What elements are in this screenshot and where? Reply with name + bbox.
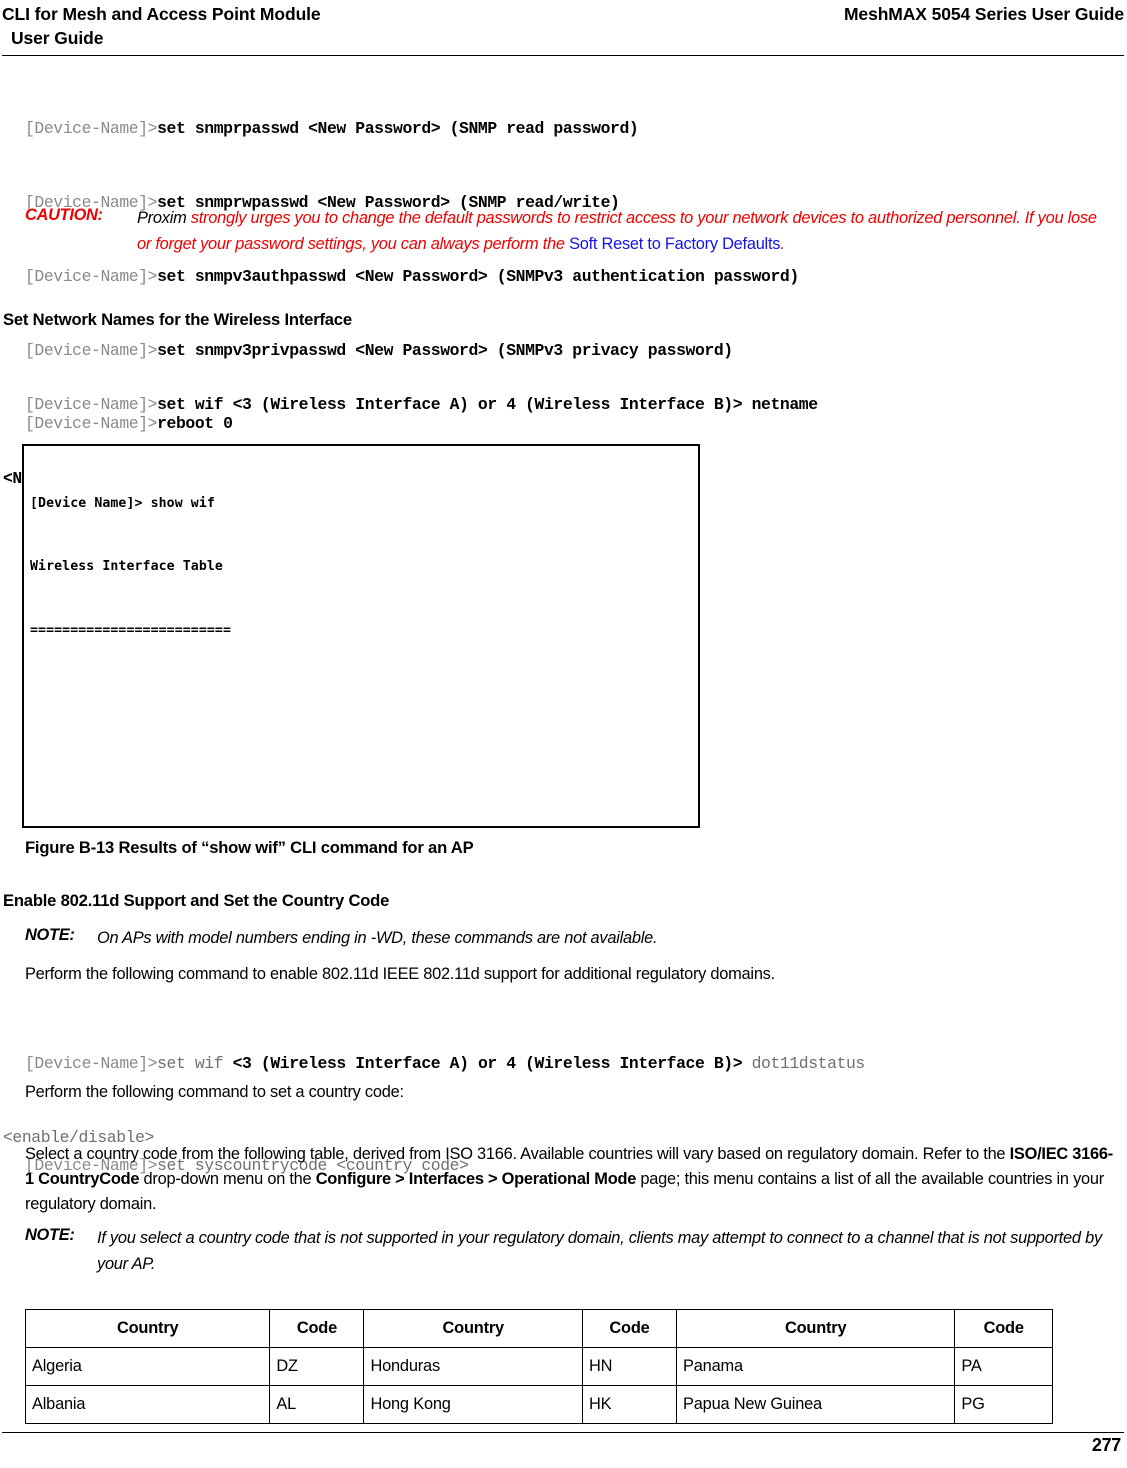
terminal-prompt-line: [Device Name]> show wif bbox=[30, 495, 215, 511]
note-text: If you select a country code that is not… bbox=[97, 1229, 1102, 1273]
country-code-table: Country Code Country Code Country Code A… bbox=[24, 1309, 1053, 1424]
cell-country: Honduras bbox=[363, 1347, 583, 1386]
cell-code: HK bbox=[581, 1385, 678, 1424]
column-header-code-1: Code bbox=[269, 1309, 365, 1348]
cell-code: HN bbox=[581, 1347, 678, 1386]
column-header-code-2: Code bbox=[581, 1309, 678, 1348]
table-header-row: Country Code Country Code Country Code bbox=[24, 1309, 1053, 1348]
cli-line: [Device-Name]>set snmpv3authpasswd <New … bbox=[25, 265, 1115, 290]
cell-code: AL bbox=[269, 1385, 365, 1424]
header-left-line2: User Guide bbox=[11, 28, 104, 48]
column-header-country-3: Country bbox=[676, 1309, 956, 1348]
terminal-output: [Device Name]> show wif Wireless Interfa… bbox=[30, 450, 672, 826]
terminal-blank bbox=[30, 748, 672, 769]
cli-command: set wif <3 (Wireless Interface A) or 4 (… bbox=[157, 395, 818, 415]
cell-code: PG bbox=[954, 1385, 1053, 1424]
header-left-line1: CLI for Mesh and Access Point Module bbox=[2, 4, 321, 24]
terminal-blank bbox=[30, 684, 672, 705]
note-label: NOTE: bbox=[25, 926, 75, 944]
header-divider bbox=[2, 55, 1124, 56]
cell-country: Hong Kong bbox=[363, 1385, 583, 1424]
column-header-code-3: Code bbox=[954, 1309, 1053, 1348]
page-number: 277 bbox=[1091, 1435, 1121, 1455]
cell-country: Papua New Guinea bbox=[676, 1385, 956, 1424]
cli-command-plain: set wif bbox=[157, 1054, 233, 1074]
cli-line: [Device-Name]>set snmprpasswd <New Passw… bbox=[25, 117, 1115, 142]
heading-set-network-names: Set Network Names for the Wireless Inter… bbox=[3, 310, 352, 329]
caution-body: Proxim strongly urges you to change the … bbox=[137, 206, 1115, 257]
cli-prompt: [Device-Name]> bbox=[25, 395, 158, 415]
para-bold-menu-path: Configure > Interfaces > Operational Mod… bbox=[315, 1170, 637, 1188]
column-header-country-2: Country bbox=[363, 1309, 583, 1348]
cli-command: set snmprpasswd <New Password> (SNMP rea… bbox=[157, 119, 639, 139]
figure-caption: Figure B-13 Results of “show wif” CLI co… bbox=[25, 838, 474, 857]
column-header-country-1: Country bbox=[24, 1309, 271, 1348]
cli-prompt: [Device-Name]> bbox=[25, 119, 158, 139]
header-left-title: CLI for Mesh and Access Point Module Use… bbox=[2, 2, 622, 50]
cli-line: [Device-Name]>set wif <3 (Wireless Inter… bbox=[25, 1052, 1125, 1077]
heading-enable-dot11d: Enable 802.11d Support and Set the Count… bbox=[3, 891, 390, 910]
cell-country: Algeria bbox=[24, 1347, 271, 1386]
note-label: NOTE: bbox=[25, 1226, 75, 1244]
caution-label: CAUTION: bbox=[25, 206, 103, 224]
cli-command-plain: dot11dstatus bbox=[742, 1054, 866, 1074]
paragraph-enable-dot11d: Perform the following command to enable … bbox=[25, 965, 775, 983]
cli-command: set snmpv3authpasswd <New Password> (SNM… bbox=[157, 266, 799, 286]
cell-code: PA bbox=[954, 1347, 1053, 1386]
cell-country: Panama bbox=[676, 1347, 956, 1386]
header-right-title: MeshMAX 5054 Series User Guide bbox=[843, 4, 1124, 24]
note-text: On APs with model numbers ending in -WD,… bbox=[97, 929, 658, 947]
terminal-title: Wireless Interface Table bbox=[30, 559, 223, 575]
page-header: CLI for Mesh and Access Point Module Use… bbox=[0, 0, 1127, 56]
cell-code: DZ bbox=[269, 1347, 365, 1386]
table-row: Algeria DZ Honduras HN Panama PA bbox=[24, 1347, 1053, 1386]
para-text-c: drop-down menu on the bbox=[139, 1170, 316, 1188]
caution-text-proxim: Proxim bbox=[137, 209, 187, 227]
para-text-a: Select a country code from the following… bbox=[25, 1145, 1010, 1163]
footer-divider bbox=[2, 1432, 1124, 1433]
cli-prompt: [Device-Name]> bbox=[25, 1054, 158, 1074]
figure-show-wif: [Device Name]> show wif Wireless Interfa… bbox=[22, 444, 700, 828]
terminal-rule: ========================= bbox=[30, 623, 231, 639]
table-row: Albania AL Hong Kong HK Papua New Guinea… bbox=[24, 1385, 1053, 1424]
paragraph-country-table-intro: Select a country code from the following… bbox=[25, 1142, 1120, 1217]
cli-command-bold: <3 (Wireless Interface A) or 4 (Wireless… bbox=[232, 1054, 743, 1074]
paragraph-set-country-code: Perform the following command to set a c… bbox=[25, 1083, 404, 1101]
caution-text-period: . bbox=[780, 234, 785, 253]
cell-country: Albania bbox=[24, 1385, 271, 1424]
cli-prompt: [Device-Name]> bbox=[25, 266, 158, 286]
soft-reset-link[interactable]: Soft Reset to Factory Defaults bbox=[569, 235, 780, 253]
cli-line: [Device-Name]>set wif <3 (Wireless Inter… bbox=[25, 393, 1115, 418]
